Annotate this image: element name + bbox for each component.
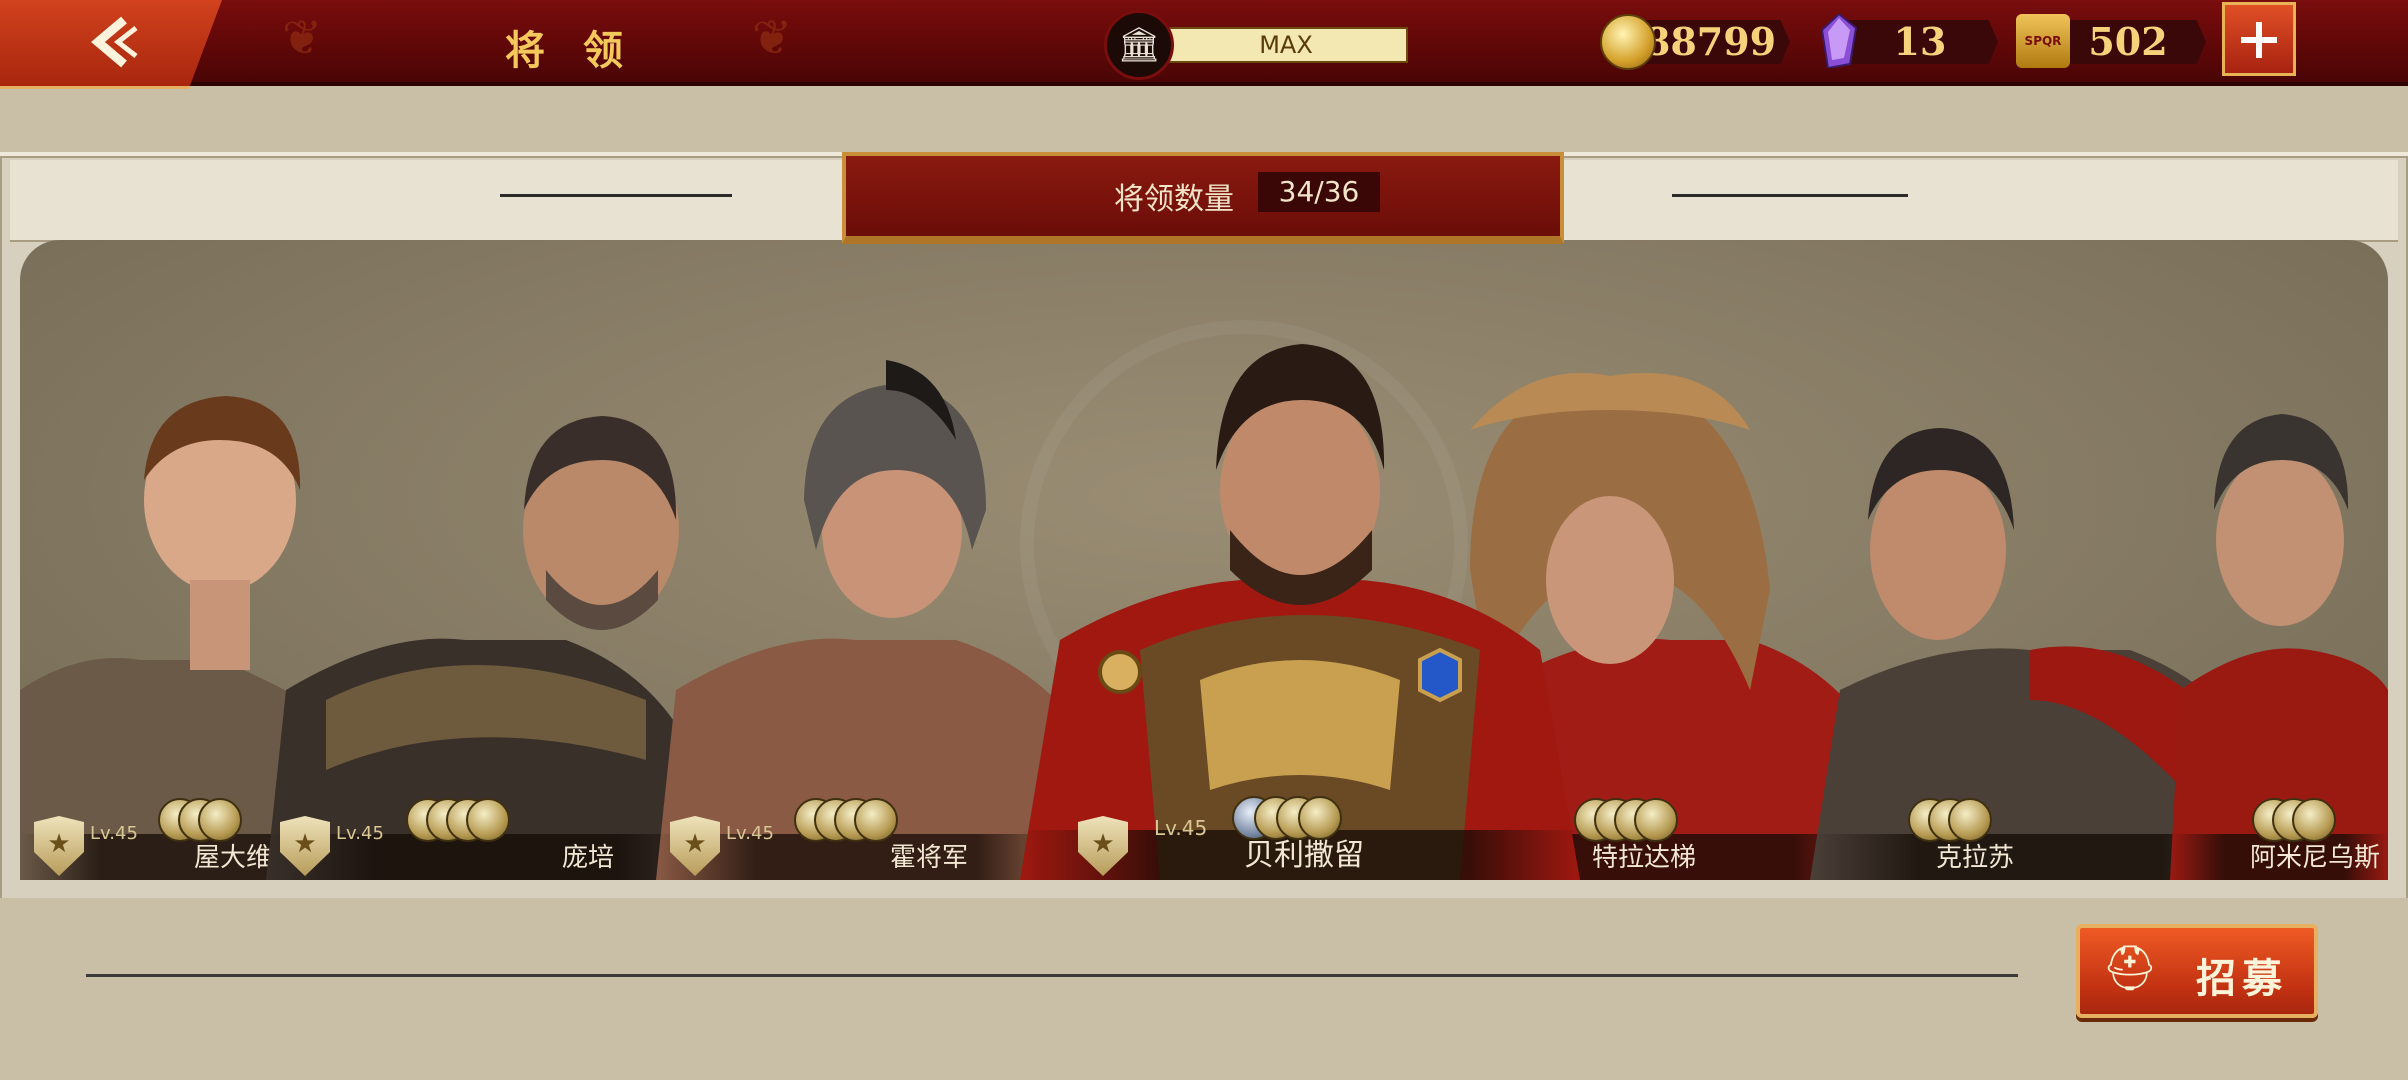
- general-card-featured[interactable]: ★ Lv.45 贝利撒留: [1020, 320, 1580, 880]
- laurel-right-icon: ❦: [752, 10, 793, 66]
- spartan-helmet-plus-icon: ⛑: [2102, 943, 2158, 994]
- recruit-label: 招募: [2196, 955, 2288, 1002]
- gem-resource[interactable]: 13: [1812, 14, 1998, 68]
- header-divider-left: [500, 194, 732, 197]
- general-name: 屋大维: [194, 843, 273, 873]
- general-name: 阿米尼乌斯: [2250, 843, 2381, 873]
- medal-icon: [2292, 798, 2336, 842]
- general-level: Lv.45: [726, 823, 774, 844]
- general-name: 克拉苏: [1936, 843, 2015, 873]
- rank-shield-icon: ★: [1078, 816, 1128, 876]
- rank-shield-icon: ★: [670, 816, 720, 876]
- back-button[interactable]: [0, 0, 222, 89]
- laurel-left-icon: ❦: [282, 10, 323, 66]
- header-divider-right: [1672, 194, 1908, 197]
- recruit-button[interactable]: ⛑ 招募: [2076, 924, 2318, 1018]
- medal-icon: [854, 798, 898, 842]
- general-name: 贝利撒留: [1244, 838, 1364, 873]
- spqr-resource[interactable]: SPQR 502: [2016, 14, 2206, 68]
- general-name: 霍将军: [890, 843, 969, 873]
- spqr-count: 502: [2050, 20, 2206, 64]
- general-count-banner: 将领数量 34/36: [842, 152, 1564, 244]
- general-level: Lv.45: [90, 823, 138, 844]
- general-nameplate: ★ Lv.45 贝利撒留: [1020, 796, 1580, 880]
- coin-icon: [1600, 14, 1656, 70]
- rank-shield-icon: ★: [34, 816, 84, 876]
- medal-icon: [466, 798, 510, 842]
- bottom-area: [0, 898, 2408, 1080]
- medal-icon: [1948, 798, 1992, 842]
- general-nameplate: ★ Lv.45 庞培: [266, 798, 706, 880]
- coin-resource[interactable]: 88799: [1600, 14, 1790, 70]
- general-nameplate: ★ Lv.45 霍将军: [656, 798, 1056, 880]
- general-name: 庞培: [562, 843, 615, 873]
- general-name: 特拉达梯: [1592, 843, 1697, 873]
- medal-icon: [1634, 798, 1678, 842]
- bottom-divider: [86, 974, 2018, 977]
- general-card[interactable]: 阿米尼乌斯: [2170, 390, 2388, 880]
- general-level: Lv.45: [336, 823, 384, 844]
- general-count-value: 34/36: [1258, 172, 1380, 212]
- spqr-icon: SPQR: [2016, 14, 2070, 68]
- medal-icon: [198, 798, 242, 842]
- general-level: Lv.45: [1154, 816, 1208, 840]
- gem-icon: [1820, 14, 1858, 68]
- chevron-left-icon: [91, 16, 138, 68]
- rank-shield-icon: ★: [280, 816, 330, 876]
- generals-gallery: ★ Lv.45 屋大维 ★ Lv.45 庞培 ★ Lv.45 霍将军 特拉达梯 …: [20, 240, 2388, 880]
- max-label: MAX: [1164, 27, 1408, 63]
- general-count-label: 将领数量: [1114, 182, 1234, 217]
- page-title: 将 领: [505, 27, 635, 74]
- gem-count: 13: [1842, 20, 1998, 64]
- temple-icon: 🏛: [1104, 10, 1174, 80]
- add-resource-button[interactable]: [2222, 2, 2296, 76]
- top-bar: ❦ 将 领 ❦ MAX 🏛 88799 13 SPQR 502: [0, 0, 2408, 89]
- general-card[interactable]: ★ Lv.45 霍将军: [656, 360, 1056, 880]
- general-card[interactable]: ★ Lv.45 庞培: [266, 380, 706, 880]
- general-nameplate: 阿米尼乌斯: [2170, 798, 2388, 880]
